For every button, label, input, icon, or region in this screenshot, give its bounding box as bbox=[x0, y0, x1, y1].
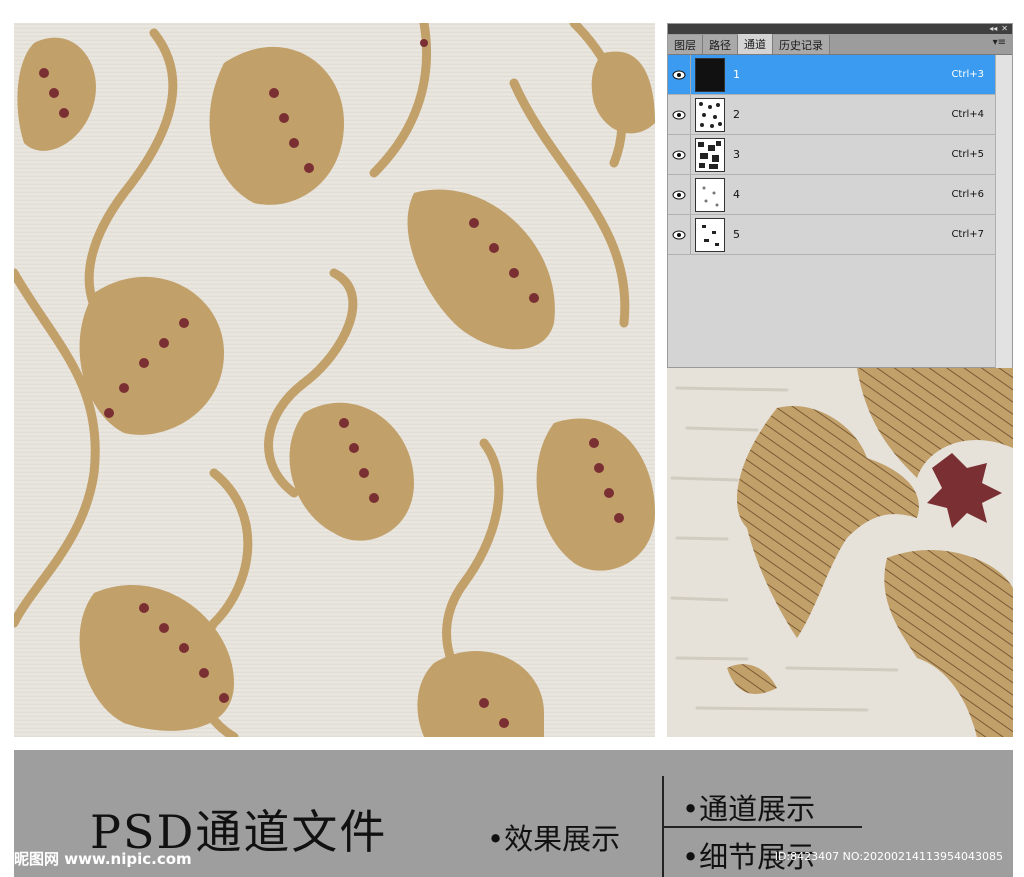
channel-row[interactable]: 5 Ctrl+7 bbox=[668, 215, 996, 255]
close-icon[interactable]: ✕ bbox=[1001, 24, 1008, 34]
panel-title-bar: ◂◂ ✕ bbox=[668, 24, 1012, 34]
channel-label: •通道展示 bbox=[682, 792, 816, 826]
channel-shortcut: Ctrl+7 bbox=[951, 229, 984, 240]
channel-row[interactable]: 2 Ctrl+4 bbox=[668, 95, 996, 135]
eye-icon[interactable] bbox=[668, 135, 691, 174]
watermark-id: ID:8423407 NO:20200214113954043085 bbox=[774, 850, 1003, 863]
channel-name: 5 bbox=[733, 228, 740, 241]
panel-menu-icon[interactable]: ▾≡ bbox=[993, 37, 1006, 48]
collapse-icon[interactable]: ◂◂ bbox=[989, 24, 997, 34]
tab-paths[interactable]: 路径 bbox=[703, 35, 738, 54]
effect-label: •效果展示 bbox=[487, 822, 621, 856]
channel-name: 3 bbox=[733, 148, 740, 161]
detail-pattern bbox=[667, 368, 1013, 737]
channel-thumbnail bbox=[695, 177, 725, 212]
tab-channels[interactable]: 通道 bbox=[738, 34, 773, 54]
channel-thumbnail bbox=[695, 57, 725, 92]
channel-thumbnail bbox=[695, 217, 725, 252]
eye-icon[interactable] bbox=[668, 55, 691, 94]
channel-shortcut: Ctrl+4 bbox=[951, 109, 984, 120]
channels-panel: ◂◂ ✕ 图层 路径 通道 历史记录 ▾≡ 1 Ctrl+3 2 Ctrl+4 bbox=[667, 23, 1013, 369]
channel-name: 1 bbox=[733, 68, 740, 81]
eye-icon[interactable] bbox=[668, 215, 691, 254]
channel-name: 2 bbox=[733, 108, 740, 121]
floral-pattern-image bbox=[14, 23, 655, 737]
channel-row[interactable]: 4 Ctrl+6 bbox=[668, 175, 996, 215]
panel-scrollbar[interactable] bbox=[995, 55, 1012, 369]
tab-history[interactable]: 历史记录 bbox=[773, 35, 830, 54]
channel-thumbnail bbox=[695, 97, 725, 132]
watermark-logo: 昵图网 www.nipic.com bbox=[14, 850, 192, 868]
footer-banner: PSD通道文件 •效果展示 •通道展示 •细节展示 昵图网 www.nipic.… bbox=[14, 750, 1013, 877]
detail-zoom-image bbox=[667, 368, 1013, 737]
eye-icon[interactable] bbox=[668, 95, 691, 134]
channel-row[interactable]: 1 Ctrl+3 bbox=[668, 55, 996, 95]
effect-preview bbox=[14, 23, 655, 737]
eye-icon[interactable] bbox=[668, 175, 691, 214]
tab-layers[interactable]: 图层 bbox=[668, 35, 703, 54]
channel-row[interactable]: 3 Ctrl+5 bbox=[668, 135, 996, 175]
channel-name: 4 bbox=[733, 188, 740, 201]
channel-thumbnail bbox=[695, 137, 725, 172]
channel-shortcut: Ctrl+3 bbox=[951, 69, 984, 80]
channel-shortcut: Ctrl+6 bbox=[951, 189, 984, 200]
panel-tab-bar: 图层 路径 通道 历史记录 ▾≡ bbox=[668, 34, 1012, 55]
channel-shortcut: Ctrl+5 bbox=[951, 149, 984, 160]
channel-list: 1 Ctrl+3 2 Ctrl+4 3 Ctrl+5 4 Ctrl+6 5 Ct… bbox=[668, 55, 1012, 255]
